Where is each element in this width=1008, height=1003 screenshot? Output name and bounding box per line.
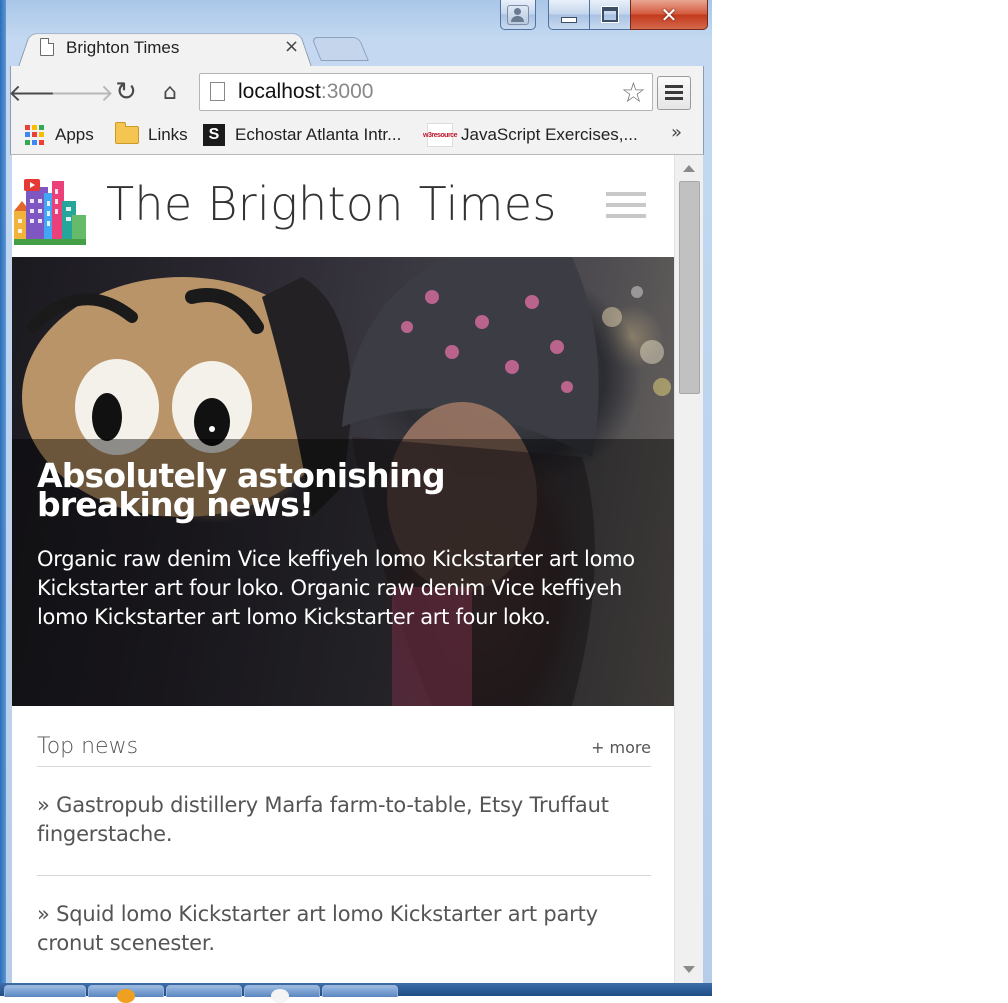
top-news-title: Top news — [37, 734, 139, 759]
minimize-icon — [561, 16, 577, 23]
page-icon — [210, 82, 225, 101]
folder-icon — [115, 122, 139, 144]
url-port: :3000 — [320, 80, 374, 103]
user-icon — [507, 4, 529, 25]
chrome-menu-icon — [665, 97, 683, 100]
browser-window-frame: ✕ Brighton Times × 🡐 🡒 ↻ ⌂ localhost:300… — [0, 0, 712, 1003]
bookmarks-overflow-button[interactable]: » — [671, 122, 682, 143]
chrome-menu-button[interactable] — [657, 76, 691, 110]
hero-body: Organic raw denim Vice keffiyeh lomo Kic… — [37, 547, 635, 629]
taskbar-item[interactable] — [166, 985, 242, 997]
tab-close-button[interactable]: × — [284, 36, 299, 57]
bookmark-javascript-label: JavaScript Exercises,... — [461, 125, 638, 144]
top-news-header: Top news + more — [37, 722, 651, 767]
city-logo-icon[interactable] — [14, 175, 86, 245]
profile-button[interactable] — [500, 0, 536, 30]
bookmark-echostar[interactable]: S Echostar Atlanta Intr... — [203, 124, 401, 146]
bookmarks-bar: Apps Links S Echostar Atlanta Intr... w3… — [10, 118, 704, 155]
star-icon[interactable]: ☆ — [621, 76, 646, 109]
scroll-down-arrow-icon[interactable] — [683, 966, 695, 973]
maximize-icon — [601, 6, 619, 23]
forward-arrow-icon: 🡒 — [49, 78, 115, 107]
chrome-menu-icon — [665, 85, 683, 88]
taskbar-item[interactable] — [244, 985, 320, 1003]
taskbar-app-icon — [117, 989, 135, 1003]
bookmark-links-label: Links — [148, 125, 188, 144]
minimize-button[interactable] — [548, 0, 590, 30]
bookmark-javascript-exercises[interactable]: w3resource JavaScript Exercises,... — [423, 123, 638, 147]
scrollbar-thumb[interactable] — [679, 181, 700, 394]
bookmark-apps[interactable]: Apps — [25, 124, 94, 146]
page-icon — [40, 38, 54, 56]
apps-grid-icon — [25, 125, 45, 145]
site-header: The Brighton Times — [12, 155, 674, 257]
forward-button[interactable]: 🡒 — [50, 78, 114, 107]
new-tab-button[interactable] — [311, 37, 369, 61]
top-news-item[interactable]: » Squid lomo Kickstarter art lomo Kickst… — [37, 876, 651, 983]
page-viewport: The Brighton Times Absolutely astonishin… — [12, 155, 674, 983]
reload-button[interactable]: ↻ — [111, 77, 141, 107]
bookmark-apps-label: Apps — [55, 125, 94, 144]
top-news-section: Top news + more » Gastropub distillery M… — [37, 722, 651, 983]
top-news-item[interactable]: » Gastropub distillery Marfa farm-to-tab… — [37, 767, 651, 876]
taskbar-item[interactable] — [4, 985, 86, 997]
echostar-favicon: S — [203, 124, 225, 146]
maximize-button[interactable] — [589, 0, 631, 30]
windows-taskbar — [0, 983, 712, 1003]
home-icon: ⌂ — [163, 79, 177, 105]
taskbar-item[interactable] — [88, 985, 164, 1003]
url-host: localhost — [238, 80, 321, 103]
home-button[interactable]: ⌂ — [155, 78, 185, 106]
bookmark-links-folder[interactable]: Links — [115, 122, 188, 146]
address-bar[interactable]: localhost:3000 ☆ — [199, 73, 653, 111]
taskbar-app-icon — [271, 989, 289, 1003]
vertical-scrollbar[interactable] — [674, 155, 703, 983]
window-close-button[interactable]: ✕ — [630, 0, 708, 30]
site-title[interactable]: The Brighton Times — [106, 177, 557, 231]
top-news-more-link[interactable]: + more — [591, 738, 651, 757]
chrome-menu-icon — [665, 91, 683, 94]
hero-banner[interactable]: Absolutely astonishing breaking news! Or… — [12, 257, 674, 706]
url-text[interactable]: localhost:3000 — [238, 80, 373, 104]
taskbar-item[interactable] — [322, 985, 398, 997]
scroll-up-arrow-icon[interactable] — [683, 165, 695, 172]
close-icon: ✕ — [660, 2, 678, 27]
hamburger-menu-icon[interactable] — [606, 192, 646, 218]
hero-headline[interactable]: Absolutely astonishing breaking news! — [37, 459, 597, 521]
reload-icon: ↻ — [115, 77, 137, 107]
browser-tab[interactable]: Brighton Times × — [18, 30, 312, 67]
tab-title: Brighton Times — [66, 38, 180, 57]
w3resource-favicon: w3resource — [423, 123, 457, 147]
browser-toolbar: 🡐 🡒 ↻ ⌂ localhost:3000 ☆ — [8, 66, 704, 118]
bookmark-echostar-label: Echostar Atlanta Intr... — [235, 125, 402, 144]
